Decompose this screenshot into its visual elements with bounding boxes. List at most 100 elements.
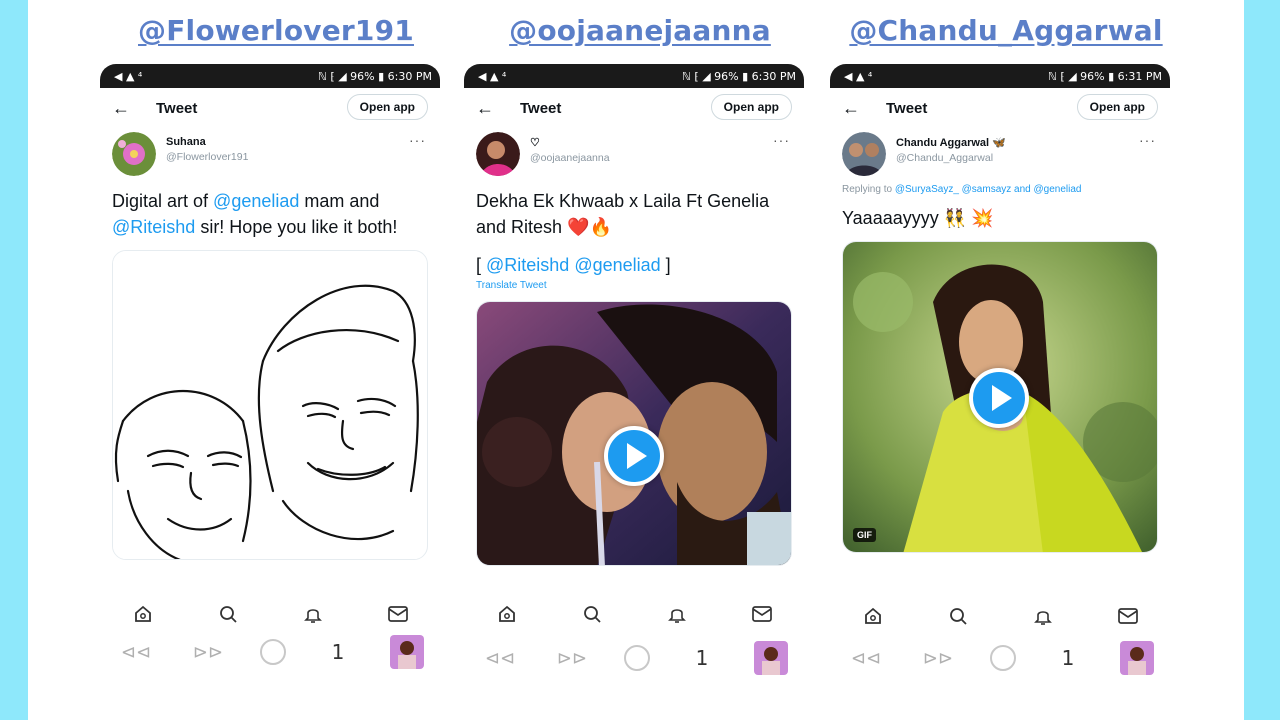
status-icons-left: ◀ ▲ ⁴ [844,69,873,83]
home-icon[interactable] [131,602,155,626]
mention-link[interactable]: @Riteishd [112,217,195,237]
tweet-text: Dekha Ek Khwaab x Laila Ft Genelia and R… [476,191,770,237]
tweet-text-part: Digital art of [112,191,214,211]
reload-icon[interactable] [990,645,1016,671]
mention-link[interactable]: @geneliad [213,191,299,211]
more-options-icon[interactable]: ··· [1139,132,1156,148]
bell-icon[interactable] [665,602,689,626]
search-icon[interactable] [216,602,240,626]
play-button[interactable] [969,368,1029,428]
home-icon[interactable] [495,602,519,626]
page-title: Tweet [520,99,562,117]
user-handle: @oojaanejaanna [530,152,610,164]
browser-forward-icon[interactable]: ⊳⊳ [552,648,592,669]
bell-icon[interactable] [301,602,325,626]
avatar[interactable] [112,132,156,176]
search-icon[interactable] [580,602,604,626]
line-art-drawing [113,251,423,559]
tab-thumbnail-icon[interactable] [390,635,424,669]
page-title: Tweet [156,99,198,117]
bottom-nav [830,596,1170,636]
display-name: ♡ [530,137,540,149]
tab-count[interactable]: 1 [318,640,358,664]
back-arrow-icon[interactable]: ← [112,98,142,119]
tweet-gif[interactable]: GIF [842,241,1158,553]
display-name: Suhana [166,136,206,148]
left-cyan-border [0,0,28,720]
avatar[interactable] [476,132,520,176]
mention-link[interactable]: @Riteishd [486,255,569,275]
reload-icon[interactable] [260,639,286,665]
open-app-button[interactable]: Open app [346,94,428,120]
tweet-video[interactable] [476,301,792,566]
display-name: Chandu Aggarwal 🦋 [896,137,1006,149]
gif-badge: GIF [853,528,876,542]
tweet-top-bar: ← Tweet Open app [100,88,440,128]
status-icons-right: ℕ ⁅ ◢ 96% ▮ 6:30 PM [682,69,796,83]
tweet-author: Chandu Aggarwal 🦋 @Chandu_Aggarwal ··· [830,128,1170,180]
status-bar: ◀ ▲ ⁴ ℕ ⁅ ◢ 96% ▮ 6:30 PM [464,64,804,88]
play-button[interactable] [604,426,664,486]
more-options-icon[interactable]: ··· [409,132,426,148]
user-handle: @Flowerlover191 [166,151,249,163]
home-icon[interactable] [861,604,885,628]
tab-count[interactable]: 1 [1048,646,1088,670]
status-icons-right: ℕ ⁅ ◢ 96% ▮ 6:31 PM [1048,69,1162,83]
phone-screenshot-2: ◀ ▲ ⁴ ℕ ⁅ ◢ 96% ▮ 6:30 PM ← Tweet Open a… [464,64,804,694]
open-app-button[interactable]: Open app [710,94,792,120]
status-bar: ◀ ▲ ⁴ ℕ ⁅ ◢ 96% ▮ 6:31 PM [830,64,1170,88]
reload-icon[interactable] [624,645,650,671]
tweet-top-bar: ← Tweet Open app [830,88,1170,128]
play-icon [991,385,1012,411]
tweet-text: Digital art of @geneliad mam and @Riteis… [100,180,440,240]
back-arrow-icon[interactable]: ← [476,98,506,119]
status-icons-right: ℕ ⁅ ◢ 96% ▮ 6:30 PM [318,69,432,83]
translate-tweet-link[interactable]: Translate Tweet [464,278,804,291]
search-icon[interactable] [946,604,970,628]
bottom-nav [464,594,804,634]
bracket-close: ] [660,255,671,275]
browser-back-icon[interactable]: ⊲⊲ [116,642,156,663]
header-handle-1: @Flowerlover191 [138,14,414,47]
tweet-top-bar: ← Tweet Open app [464,88,804,128]
back-arrow-icon[interactable]: ← [842,98,872,119]
replying-to-label: Replying to [842,184,895,195]
tweet-text: Yaaaaayyyy 👯 💥 [842,208,994,228]
tweet-text-part: mam and [299,191,380,211]
tweet-author: Suhana @Flowerlover191 ··· [100,128,440,180]
browser-forward-icon[interactable]: ⊳⊳ [918,648,958,669]
browser-toolbar: ⊲⊲ ⊳⊳ 1 [100,630,440,674]
tab-thumbnail-icon[interactable] [754,641,788,675]
phone-screenshot-3: ◀ ▲ ⁴ ℕ ⁅ ◢ 96% ▮ 6:31 PM ← Tweet Open a… [830,64,1170,694]
reply-mentions[interactable]: @SuryaSayz_ @samsayz and @geneliad [895,184,1082,195]
phone-screenshot-1: ◀ ▲ ⁴ ℕ ⁅ ◢ 96% ▮ 6:30 PM ← Tweet Open a… [100,64,440,694]
browser-forward-icon[interactable]: ⊳⊳ [188,642,228,663]
avatar[interactable] [842,132,886,176]
status-icons-left: ◀ ▲ ⁴ [478,69,507,83]
right-cyan-border [1244,0,1280,720]
bell-icon[interactable] [1031,604,1055,628]
browser-back-icon[interactable]: ⊲⊲ [846,648,886,669]
user-handle: @Chandu_Aggarwal [896,152,994,164]
tweet-mentions: [ @Riteishd @geneliad ] [464,240,804,278]
more-options-icon[interactable]: ··· [773,132,790,148]
tweet-image-line-art[interactable] [112,250,428,560]
play-icon [626,443,647,469]
status-bar: ◀ ▲ ⁴ ℕ ⁅ ◢ 96% ▮ 6:30 PM [100,64,440,88]
browser-back-icon[interactable]: ⊲⊲ [480,648,520,669]
mail-icon[interactable] [1116,604,1140,628]
header-handle-3: @Chandu_Aggarwal [849,14,1163,47]
header-handle-2: @oojaanejaanna [509,14,771,47]
browser-toolbar: ⊲⊲ ⊳⊳ 1 [464,636,804,680]
page-title: Tweet [886,99,928,117]
tab-thumbnail-icon[interactable] [1120,641,1154,675]
mail-icon[interactable] [750,602,774,626]
replying-to: Replying to @SuryaSayz_ @samsayz and @ge… [830,180,1170,195]
bottom-nav [100,594,440,634]
tweet-text-part: sir! Hope you like it both! [195,217,398,237]
mail-icon[interactable] [386,602,410,626]
mention-link[interactable]: @geneliad [569,255,660,275]
open-app-button[interactable]: Open app [1076,94,1158,120]
browser-toolbar: ⊲⊲ ⊳⊳ 1 [830,636,1170,680]
tab-count[interactable]: 1 [682,646,722,670]
